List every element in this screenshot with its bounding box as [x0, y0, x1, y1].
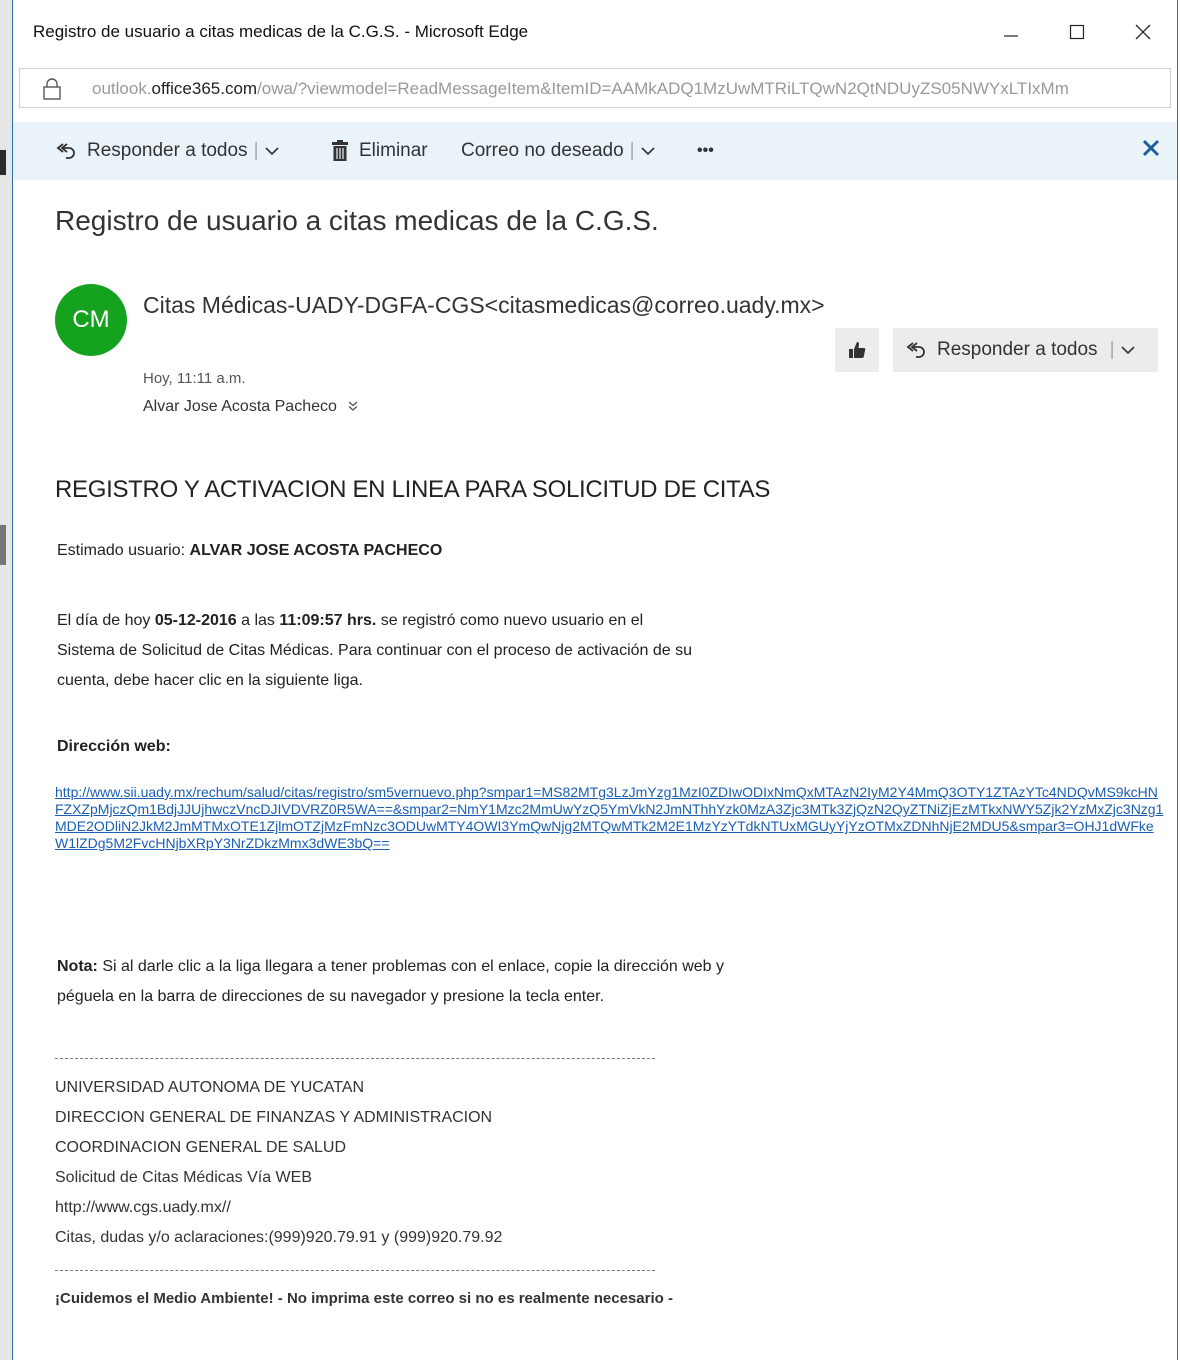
expand-recipients-icon[interactable] [347, 399, 359, 415]
message-date: Hoy, 11:11 a.m. [143, 370, 246, 387]
avatar[interactable]: CM [55, 284, 127, 356]
signature-line: COORDINACION GENERAL DE SALUD [55, 1139, 347, 1156]
registration-paragraph: El día de hoy 05-12-2016 a las 11:09:57 … [57, 612, 693, 689]
url-text: outlook.office365.com/owa/?viewmodel=Rea… [92, 79, 1069, 98]
reply-all-button[interactable]: Responder a todos | [55, 122, 289, 180]
reply-all-label: Responder a todos [87, 140, 248, 161]
sender-name[interactable]: Citas Médicas-UADY-DGFA-CGS<citasmedicas… [143, 292, 825, 319]
window-title: Registro de usuario a citas medicas de l… [33, 22, 529, 41]
close-icon [1142, 139, 1160, 157]
delete-button[interactable]: Eliminar [331, 122, 428, 180]
maximize-icon [1069, 24, 1085, 40]
lock-icon [43, 78, 61, 100]
delete-label: Eliminar [359, 140, 428, 161]
mail-toolbar: Responder a todos | Eliminar Correo no d… [13, 122, 1177, 180]
junk-button[interactable]: Correo no deseado | [461, 122, 665, 180]
signature-line: Citas, dudas y/o aclaraciones:(999)920.7… [55, 1229, 503, 1246]
note-paragraph: Nota: Si al darle clic a la liga llegara… [57, 958, 725, 1005]
reply-all-icon [56, 143, 75, 159]
signature-line: http://www.cgs.uady.mx// [55, 1199, 231, 1216]
divider [55, 1270, 655, 1271]
reply-all-message-button[interactable]: Responder a todos | [893, 328, 1158, 372]
divider: | [253, 140, 259, 161]
close-window-button[interactable] [1123, 14, 1163, 50]
minimize-icon [1004, 35, 1018, 37]
background-mark [0, 150, 6, 175]
reply-all-label: Responder a todos [937, 339, 1098, 360]
recipient: Alvar Jose Acosta Pacheco [143, 398, 359, 416]
greeting: Estimado usuario: ALVAR JOSE ACOSTA PACH… [57, 542, 443, 559]
message-subject: Registro de usuario a citas medicas de l… [55, 205, 659, 236]
more-options-button[interactable]: ••• [697, 122, 714, 180]
background-window-strip [0, 0, 12, 1360]
signature-line: Solicitud de Citas Médicas Vía WEB [55, 1169, 312, 1186]
activation-link[interactable]: http://www.sii.uady.mx/rechum/salud/cita… [55, 784, 1165, 852]
title-bar: Registro de usuario a citas medicas de l… [13, 0, 1177, 64]
signature-block: UNIVERSIDAD AUTONOMA DE YUCATAN DIRECCIO… [55, 1073, 502, 1253]
divider: | [1109, 339, 1115, 360]
chevron-down-icon [641, 147, 655, 156]
background-mark [0, 525, 6, 565]
thumbs-up-icon [849, 342, 866, 358]
minimize-button[interactable] [991, 14, 1031, 50]
divider [55, 1058, 655, 1059]
recipient-name: Alvar Jose Acosta Pacheco [143, 398, 337, 415]
body-heading: REGISTRO Y ACTIVACION EN LINEA PARA SOLI… [55, 476, 771, 503]
signature-line: DIRECCION GENERAL DE FINANZAS Y ADMINIST… [55, 1109, 493, 1126]
chevron-down-icon [1120, 346, 1135, 355]
reply-all-icon [906, 342, 925, 358]
browser-window: Registro de usuario a citas medicas de l… [12, 0, 1178, 1360]
eco-note: ¡Cuidemos el Medio Ambiente! - No imprim… [55, 1290, 673, 1307]
maximize-button[interactable] [1057, 14, 1097, 50]
close-icon [1135, 24, 1151, 40]
address-bar[interactable]: outlook.office365.com/owa/?viewmodel=Rea… [19, 68, 1171, 108]
signature-line: UNIVERSIDAD AUTONOMA DE YUCATAN [55, 1079, 365, 1096]
junk-label: Correo no deseado [461, 140, 624, 161]
close-reading-pane-button[interactable] [1141, 138, 1161, 162]
chevron-down-icon [264, 147, 279, 156]
web-address-label: Dirección web: [57, 738, 171, 755]
like-button[interactable] [835, 328, 879, 372]
trash-icon [332, 140, 348, 161]
divider: | [629, 140, 635, 161]
